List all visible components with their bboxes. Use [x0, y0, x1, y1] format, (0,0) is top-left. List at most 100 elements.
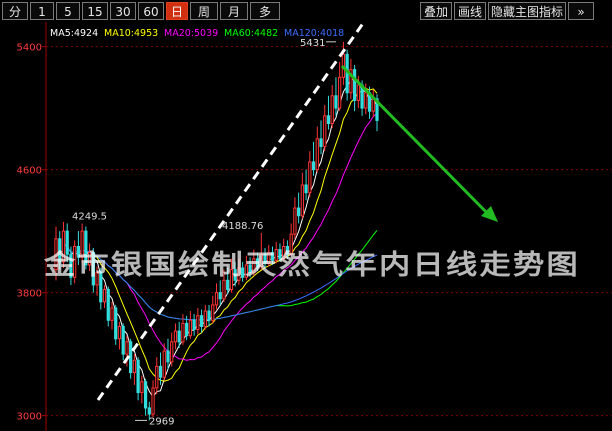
candle-21: [132, 354, 137, 385]
candle-body-73: [326, 115, 331, 124]
candle-body-22: [136, 359, 140, 394]
toolbar-button-0[interactable]: 叠加: [420, 2, 452, 20]
candle-24: [143, 378, 148, 416]
period-tab-1[interactable]: 1: [30, 2, 54, 20]
candle-body-66: [300, 184, 304, 217]
candle-body-36: [188, 319, 192, 337]
candle-17: [117, 321, 122, 350]
period-tab-5[interactable]: 60: [138, 2, 164, 20]
candle-37: [192, 314, 196, 336]
candle-18: [121, 323, 125, 361]
candle-22: [136, 357, 140, 401]
candle-41: [207, 304, 211, 327]
candle-body-23: [140, 381, 144, 394]
candle-body-29: [162, 350, 166, 378]
candle-body-80: [352, 69, 357, 101]
toolbar-button-2[interactable]: 隐藏主图指标: [488, 2, 566, 20]
candle-body-37: [192, 319, 196, 331]
candle-68: [308, 151, 312, 198]
candle-43: [214, 283, 219, 310]
candle-body-42: [211, 304, 215, 321]
candle-body-75: [334, 95, 338, 109]
candle-body-69: [311, 161, 316, 171]
annotation-3: 2969: [149, 416, 174, 427]
ma-legend-1: MA10:4953: [104, 28, 158, 39]
tick-label-4600: 4600: [17, 166, 42, 177]
candle-body-83: [364, 92, 368, 109]
tick-label-3800: 3800: [17, 289, 42, 300]
period-tab-2[interactable]: 5: [56, 2, 80, 20]
candles-layer: [54, 41, 379, 421]
candle-body-81: [356, 84, 360, 101]
period-tab-8[interactable]: 月: [220, 2, 248, 20]
candle-79: [349, 58, 353, 99]
candle-body-19: [125, 341, 129, 355]
candle-body-16: [114, 307, 118, 340]
candle-body-27: [155, 365, 159, 389]
candle-body-71: [319, 138, 323, 148]
tick-label-3000: 3000: [17, 412, 42, 423]
candle-body-18: [121, 325, 125, 355]
candle-85: [371, 89, 375, 118]
candle-20: [129, 338, 133, 379]
candle-67: [304, 169, 308, 201]
candle-27: [155, 357, 159, 395]
candle-body-74: [330, 95, 334, 124]
candle-body-13: [102, 289, 107, 303]
candle-body-41: [207, 310, 211, 321]
candle-39: [199, 309, 204, 333]
candle-42: [211, 295, 215, 324]
annotation-0: 5431: [300, 38, 325, 49]
candle-body-15: [110, 307, 114, 321]
moving-average-lines: [63, 78, 378, 398]
candle-body-28: [158, 365, 163, 378]
period-tab-9[interactable]: 多: [250, 2, 280, 20]
candle-body-76: [338, 76, 342, 109]
candle-body-65: [296, 207, 301, 217]
toolbar-button-3[interactable]: »: [568, 2, 594, 20]
candle-body-25: [147, 407, 151, 415]
candle-72: [323, 105, 327, 152]
candle-body-33: [177, 330, 181, 343]
candle-77: [341, 41, 346, 86]
price-axis: 3000 3800 4600 5400: [17, 43, 46, 423]
candle-16: [114, 304, 118, 345]
candle-13: [102, 284, 107, 308]
candle-body-39: [199, 315, 204, 327]
period-tab-7[interactable]: 周: [190, 2, 218, 20]
candle-78: [345, 49, 349, 101]
toolbar-button-1[interactable]: 画线: [454, 2, 486, 20]
period-tab-4[interactable]: 30: [110, 2, 136, 20]
ma-legend-3: MA60:4482: [224, 28, 278, 39]
candle-15: [110, 301, 114, 330]
candle-38: [196, 307, 200, 335]
candle-65: [296, 192, 301, 224]
watermark-title: 金市银国绘制天然气年内日线走势图: [43, 249, 580, 281]
candle-body-38: [196, 315, 200, 331]
period-tab-6[interactable]: 日: [166, 2, 188, 20]
candle-23: [140, 375, 144, 404]
candle-30: [166, 338, 170, 370]
candle-73: [326, 95, 331, 130]
candle-71: [319, 120, 323, 155]
period-tab-0[interactable]: 分: [2, 2, 28, 20]
candle-body-31: [170, 341, 174, 363]
candle-26: [151, 380, 155, 418]
candle-32: [173, 323, 178, 350]
annotation-1: 4249.5: [72, 212, 107, 223]
candle-body-45: [222, 279, 226, 300]
period-tab-3[interactable]: 15: [82, 2, 108, 20]
candle-69: [311, 141, 316, 176]
candle-body-24: [143, 381, 148, 409]
candle-body-40: [203, 310, 207, 327]
candle-70: [315, 126, 319, 173]
candle-74: [330, 85, 334, 129]
candle-80: [352, 65, 357, 112]
candle-body-17: [117, 325, 122, 340]
candle-75: [334, 77, 338, 116]
candle-body-14: [106, 289, 110, 321]
candle-body-85: [371, 98, 375, 112]
candle-44: [218, 280, 222, 305]
candle-66: [300, 172, 304, 219]
annotation-2: 4188.76: [222, 221, 263, 232]
